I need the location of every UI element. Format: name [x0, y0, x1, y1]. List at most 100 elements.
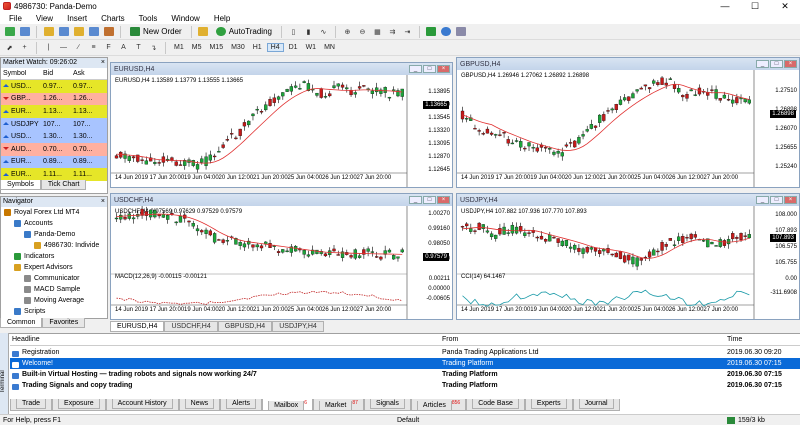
maximize-button[interactable]: ☐	[740, 0, 770, 12]
navigator-item[interactable]: Accounts	[1, 218, 107, 229]
chart-window-gbpusd[interactable]: GBPUSD,H4 _ □ × GBPUSD,H4 1.26946 1.27062 1…	[456, 57, 800, 188]
chart-maximize-button[interactable]: □	[770, 60, 783, 68]
line-chart-button[interactable]: ∿	[317, 25, 330, 38]
autotrading-button[interactable]: AutoTrading	[212, 25, 276, 38]
chart-window-eurusd[interactable]: EURUSD,H4 _ □ × EURUSD,H4 1.13589 1.13779 1…	[110, 62, 453, 188]
templates-button[interactable]	[455, 25, 468, 38]
metaeditor-button[interactable]	[197, 25, 210, 38]
fibonacci-button[interactable]: F	[102, 41, 115, 54]
symbol-column-header[interactable]: Symbol	[1, 70, 43, 77]
new-order-button[interactable]: New Order	[126, 25, 186, 38]
time-column-header[interactable]: Time	[727, 336, 799, 343]
chart-maximize-button[interactable]: □	[423, 196, 436, 204]
navigator-item[interactable]: Expert Advisors	[1, 262, 107, 273]
timeframe-h1[interactable]: H1	[250, 44, 265, 51]
headline-column-header[interactable]: Headline	[10, 336, 442, 343]
timeframe-h4[interactable]: H4	[266, 43, 284, 52]
menu-tools[interactable]: Tools	[132, 14, 165, 23]
data-window-toggle[interactable]	[57, 25, 70, 38]
chart-maximize-button[interactable]: □	[423, 65, 436, 73]
autoscroll-button[interactable]: ⇉	[386, 25, 399, 38]
profiles-button[interactable]	[18, 25, 31, 38]
text-button[interactable]: A	[117, 41, 130, 54]
arrows-button[interactable]: ↴	[147, 41, 160, 54]
terminal-tab-market[interactable]: Market 87	[312, 399, 364, 412]
terminal-tab-code-base[interactable]: Code Base	[466, 399, 525, 412]
zoom-in-button[interactable]: ⊕	[341, 25, 354, 38]
terminal-tab-experts[interactable]: Experts	[524, 399, 573, 412]
chart-minimize-button[interactable]: _	[409, 65, 422, 73]
mailbox-row[interactable]: Registration Panda Trading Applications L…	[10, 347, 800, 358]
chart-minimize-button[interactable]: _	[756, 196, 769, 204]
chart-close-button[interactable]: ×	[437, 65, 450, 73]
menu-file[interactable]: File	[2, 14, 29, 23]
chart-close-button[interactable]: ×	[784, 196, 797, 204]
tab-tick-chart[interactable]: Tick Chart	[40, 180, 87, 190]
chart-tab-usdchf[interactable]: USDCHF,H4	[164, 321, 218, 332]
vertical-line-button[interactable]: |	[42, 41, 55, 54]
from-column-header[interactable]: From	[442, 336, 727, 343]
market-watch-toggle[interactable]	[42, 25, 55, 38]
market-watch-row[interactable]: GBP... 1.26... 1.26...	[1, 92, 107, 106]
terminal-tab-exposure[interactable]: Exposure	[52, 399, 106, 412]
channel-button[interactable]: ≡	[87, 41, 100, 54]
candlestick-button[interactable]: ▮	[302, 25, 315, 38]
trendline-button[interactable]: ∕	[72, 41, 85, 54]
chart-minimize-button[interactable]: _	[409, 196, 422, 204]
navigator-close-icon[interactable]: ×	[101, 197, 107, 207]
navigator-item[interactable]: Royal Forex Ltd MT4	[1, 207, 107, 218]
label-button[interactable]: T	[132, 41, 145, 54]
menu-help[interactable]: Help	[207, 14, 237, 23]
terminal-tab-news[interactable]: News	[178, 399, 221, 412]
navigator-item[interactable]: Indicators	[1, 251, 107, 262]
minimize-button[interactable]: —	[710, 0, 740, 12]
tab-favorites[interactable]: Favorites	[42, 318, 86, 328]
crosshair-button[interactable]: +	[18, 41, 31, 54]
chart-tab-gbpusd[interactable]: GBPUSD,H4	[217, 321, 273, 332]
chart-tab-usdjpy[interactable]: USDJPY,H4	[272, 321, 324, 332]
terminal-tab-journal[interactable]: Journal	[572, 399, 620, 412]
timeframe-d1[interactable]: D1	[286, 44, 301, 51]
navigator-item[interactable]: Communicator	[1, 273, 107, 284]
menu-insert[interactable]: Insert	[60, 14, 94, 23]
terminal-tab-account-history[interactable]: Account History	[105, 399, 179, 412]
chart-window-usdchf[interactable]: USDCHF,H4 _ □ × USDCHF,H4 0.97569 0.97629 0…	[110, 193, 453, 320]
market-watch-row[interactable]: EUR... 1.13... 1.13...	[1, 105, 107, 118]
market-watch-close-icon[interactable]: ×	[101, 58, 107, 68]
mailbox-row[interactable]: Welcome! Trading Platform 2019.06.30 07:15	[10, 358, 800, 369]
indicators-button[interactable]	[425, 25, 438, 38]
chart-shift-button[interactable]: ⇥	[401, 25, 414, 38]
tab-symbols[interactable]: Symbols	[0, 180, 41, 190]
ask-column-header[interactable]: Ask	[73, 70, 101, 77]
bid-column-header[interactable]: Bid	[43, 70, 73, 77]
menu-window[interactable]: Window	[164, 14, 206, 23]
navigator-item[interactable]: MACD Sample	[1, 284, 107, 295]
chart-close-button[interactable]: ×	[437, 196, 450, 204]
periods-button[interactable]	[440, 25, 453, 38]
chart-minimize-button[interactable]: _	[756, 60, 769, 68]
navigator-item[interactable]: 4986730: Individe	[1, 240, 107, 251]
timeframe-mn[interactable]: MN	[321, 44, 338, 51]
tab-common[interactable]: Common	[0, 318, 43, 328]
terminal-tab-alerts[interactable]: Alerts	[220, 399, 263, 412]
chart-close-button[interactable]: ×	[784, 60, 797, 68]
timeframe-m1[interactable]: M1	[171, 44, 187, 51]
timeframe-m30[interactable]: M30	[228, 44, 248, 51]
chart-window-usdjpy[interactable]: USDJPY,H4 _ □ × USDJPY,H4 107.882 107.936 1…	[456, 193, 800, 320]
zoom-out-button[interactable]: ⊖	[356, 25, 369, 38]
market-watch-row[interactable]: USD... 0.97... 0.97...	[1, 80, 107, 93]
terminal-tab-trade[interactable]: Trade	[10, 399, 53, 412]
horizontal-line-button[interactable]: —	[57, 41, 70, 54]
new-chart-button[interactable]	[3, 25, 16, 38]
navigator-toggle[interactable]	[72, 25, 85, 38]
navigator-item[interactable]: Moving Average	[1, 295, 107, 306]
terminal-tab-mailbox[interactable]: Mailbox 6	[262, 399, 313, 412]
bar-chart-button[interactable]: ▯	[287, 25, 300, 38]
close-button[interactable]: ✕	[770, 0, 800, 12]
mailbox-row[interactable]: Trading Signals and copy trading Trading …	[10, 380, 800, 391]
menu-view[interactable]: View	[29, 14, 60, 23]
market-watch-row[interactable]: USD... 1.30... 1.30...	[1, 130, 107, 143]
menu-charts[interactable]: Charts	[94, 14, 132, 23]
market-watch-row[interactable]: EUR... 1.11... 1.11...	[1, 168, 107, 181]
market-watch-row[interactable]: AUD... 0.70... 0.70...	[1, 142, 107, 156]
